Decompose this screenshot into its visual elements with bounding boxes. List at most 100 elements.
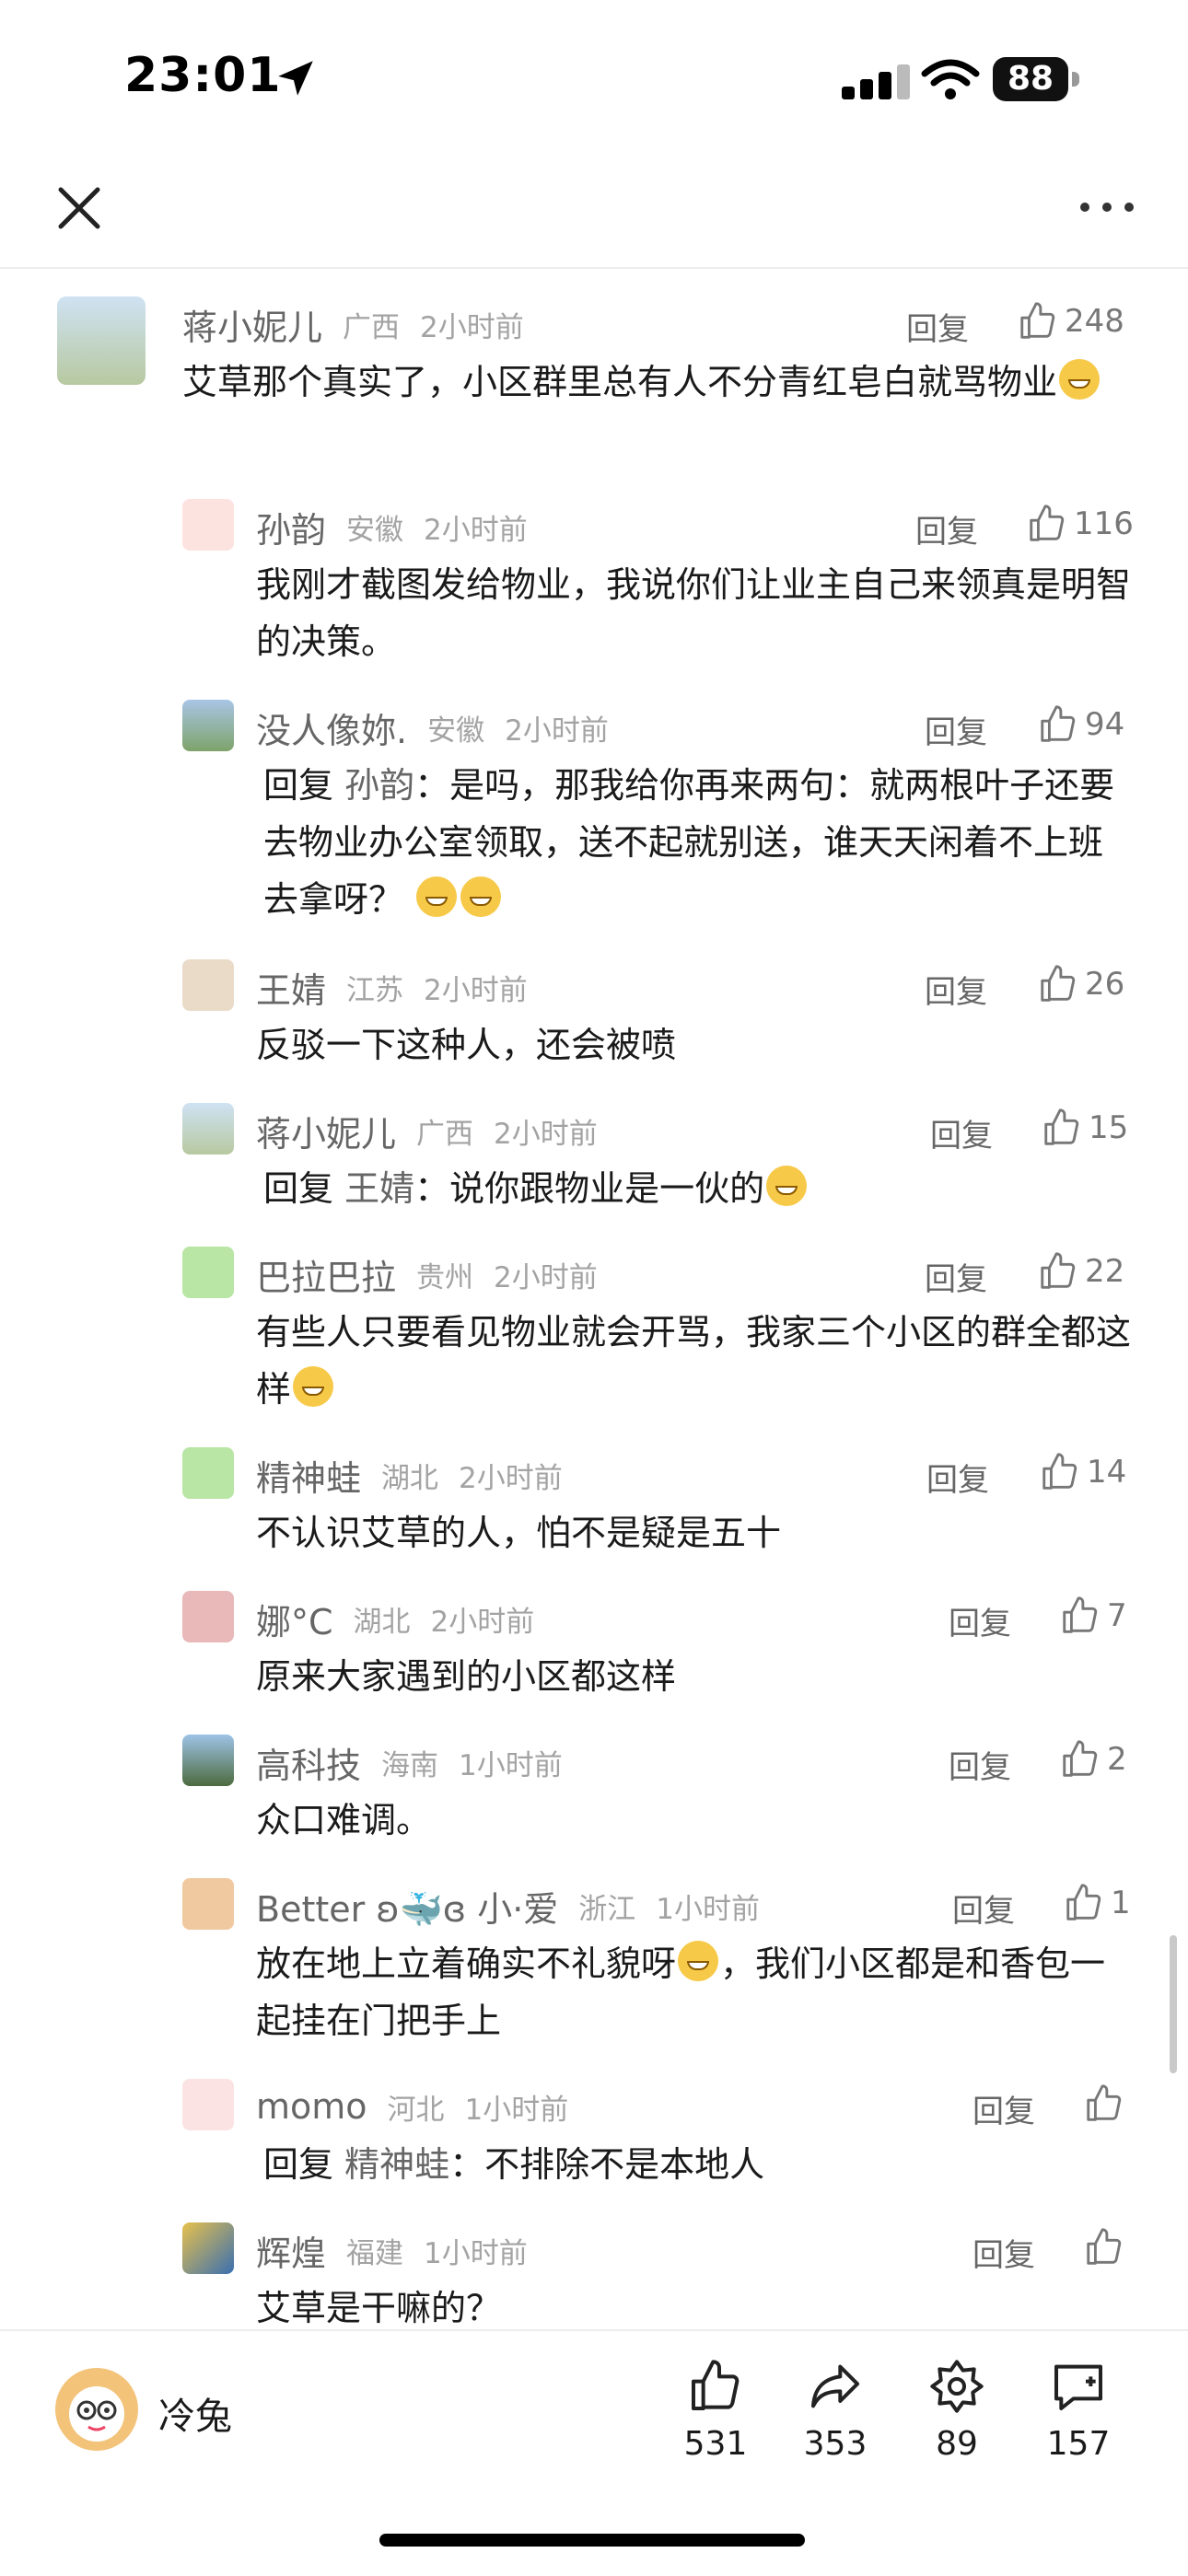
scrollbar[interactable] xyxy=(1170,1935,1177,2073)
like-button[interactable]: 94 xyxy=(1037,703,1124,746)
avatar[interactable] xyxy=(182,1591,234,1642)
like-count: 1 xyxy=(1111,1885,1131,1921)
like-count: 7 xyxy=(1107,1597,1127,1634)
avatar[interactable] xyxy=(182,1878,234,1930)
like-button[interactable]: 15 xyxy=(1041,1107,1128,1149)
cellular-signal-icon xyxy=(842,64,910,99)
reply-button[interactable]: 回复 xyxy=(925,967,987,1012)
avatar[interactable] xyxy=(182,1103,234,1155)
comment-time: 1小时前 xyxy=(464,2093,569,2127)
reply-button[interactable]: 回复 xyxy=(930,1110,993,1155)
comment-text: 放在地上立着确实不礼貌呀 ，我们小区都是和香包一起挂在门把手上 xyxy=(256,1935,1131,2049)
avatar[interactable] xyxy=(182,1735,234,1786)
comment-item: 高科技 海南 1小时前 回复 2 众口难调。 xyxy=(0,1735,1188,1863)
like-button[interactable]: 14 xyxy=(1039,1451,1126,1493)
comment-item: 孙韵 安徽 2小时前 回复 116 我刚才截图发给物业，我说你们让业主自己来领真… xyxy=(0,499,1188,683)
share-arrow-icon xyxy=(811,2364,859,2408)
like-button[interactable]: 26 xyxy=(1037,963,1124,1005)
like-count: 248 xyxy=(1065,303,1124,340)
comment-item: momo 河北 1小时前 回复 回复 精神蛙：不排除不是本地人 xyxy=(0,2079,1188,2208)
comment-region: 安徽 xyxy=(427,714,485,748)
comment-text: 回复 精神蛙：不排除不是本地人 xyxy=(263,2144,765,2185)
reply-button[interactable]: 回复 xyxy=(926,1455,989,1500)
more-options-icon[interactable] xyxy=(1077,193,1136,221)
reply-button[interactable]: 回复 xyxy=(925,1254,987,1299)
reply-to-user[interactable]: 孙韵 xyxy=(344,765,414,806)
comment-text: 艾草是干嘛的？ xyxy=(256,2288,502,2328)
share-button[interactable]: 353 xyxy=(785,2357,886,2463)
current-user-name[interactable]: 冷兔 xyxy=(158,2386,232,2440)
like-button[interactable] xyxy=(1083,2226,1131,2269)
like-count: 2 xyxy=(1107,1741,1127,1778)
like-button[interactable]: 248 xyxy=(1017,300,1124,342)
avatar[interactable] xyxy=(182,700,234,751)
user-avatar[interactable] xyxy=(55,2368,138,2451)
reply-button[interactable]: 回复 xyxy=(949,1598,1011,1643)
comment-region: 广西 xyxy=(416,1117,474,1151)
like-button[interactable]: 116 xyxy=(1026,503,1134,545)
location-arrow-icon xyxy=(278,61,313,96)
comment-username[interactable]: 高科技 xyxy=(256,1737,361,1788)
comment-username[interactable]: 没人像妳. xyxy=(256,702,407,753)
avatar[interactable] xyxy=(182,959,234,1011)
comment-button[interactable]: 157 xyxy=(1028,2357,1129,2463)
comment-username[interactable]: 辉煌 xyxy=(256,2225,326,2276)
avatar[interactable] xyxy=(182,499,234,551)
comment-username[interactable]: 蒋小妮儿 xyxy=(182,299,322,350)
avatar[interactable] xyxy=(182,1447,234,1499)
comment-region: 河北 xyxy=(387,2093,445,2127)
comment-text: 反驳一下这种人，还会被喷 xyxy=(256,1025,677,1065)
comment-time: 2小时前 xyxy=(459,1461,563,1495)
reply-button[interactable]: 回复 xyxy=(925,707,987,752)
reply-button[interactable]: 回复 xyxy=(906,304,969,349)
avatar[interactable] xyxy=(182,2222,234,2274)
like-action-button[interactable]: 531 xyxy=(665,2357,766,2463)
favorite-button[interactable]: 89 xyxy=(906,2357,1007,2463)
like-button[interactable]: 22 xyxy=(1037,1250,1124,1293)
comment-item: Better ʚ🐳ɞ 小·爱 浙江 1小时前 回复 1 放在地上立着确实不礼貌呀… xyxy=(0,1878,1188,2062)
comment-region: 海南 xyxy=(381,1748,439,1782)
avatar[interactable] xyxy=(57,296,146,385)
comment-username[interactable]: 娜°C xyxy=(256,1594,333,1644)
comment-username[interactable]: momo xyxy=(256,2086,367,2127)
comment-region: 福建 xyxy=(346,2236,404,2270)
like-button[interactable]: 2 xyxy=(1059,1738,1127,1781)
comment-item: 精神蛙 湖北 2小时前 回复 14 不认识艾草的人，怕不是疑是五十 xyxy=(0,1447,1188,1576)
comment-time: 2小时前 xyxy=(494,1260,598,1294)
avatar[interactable] xyxy=(182,1247,234,1298)
thumbs-up-icon xyxy=(1063,1596,1098,1633)
reply-to-user[interactable]: 精神蛙 xyxy=(344,2144,449,2185)
comment-item: 巴拉巴拉 贵州 2小时前 回复 22 有些人只要看见物业就会开骂，我家三个小区的… xyxy=(0,1247,1188,1431)
comment-username[interactable]: 孙韵 xyxy=(256,502,326,552)
close-icon[interactable] xyxy=(55,184,103,232)
comment-username[interactable]: 精神蛙 xyxy=(256,1450,361,1501)
reply-button[interactable]: 回复 xyxy=(949,1742,1011,1787)
comment-text: 回复 王婧：说你跟物业是一伙的 xyxy=(263,1160,1129,1217)
battery-indicator: 88 xyxy=(993,57,1081,103)
thumbs-up-icon xyxy=(1044,1108,1079,1145)
comment-text: 不认识艾草的人，怕不是疑是五十 xyxy=(256,1513,782,1553)
like-button[interactable]: 1 xyxy=(1063,1882,1131,1924)
thumbs-up-icon xyxy=(1020,302,1055,339)
reply-button[interactable]: 回复 xyxy=(973,2086,1035,2131)
avatar[interactable] xyxy=(182,2079,234,2130)
reply-button[interactable]: 回复 xyxy=(952,1886,1015,1931)
comment-total: 157 xyxy=(1046,2425,1111,2463)
home-indicator[interactable] xyxy=(379,2534,805,2547)
comment-region: 江苏 xyxy=(346,973,404,1007)
like-button[interactable] xyxy=(1083,2083,1131,2125)
reply-button[interactable]: 回复 xyxy=(915,506,978,551)
comment-username[interactable]: Better ʚ🐳ɞ 小·爱 xyxy=(256,1881,558,1932)
grinning-face-icon xyxy=(766,1166,808,1206)
comment-username[interactable]: 蒋小妮儿 xyxy=(256,1106,396,1156)
like-count: 14 xyxy=(1087,1454,1127,1491)
like-count: 22 xyxy=(1085,1253,1125,1290)
pleading-face-icon xyxy=(293,1366,334,1407)
comment-text: 原来大家遇到的小区都这样 xyxy=(256,1656,677,1697)
comment-username[interactable]: 巴拉巴拉 xyxy=(256,1249,396,1300)
comment-username[interactable]: 王婧 xyxy=(256,962,326,1013)
like-button[interactable]: 7 xyxy=(1059,1595,1127,1637)
reply-to-user[interactable]: 王婧 xyxy=(344,1168,414,1209)
reply-button[interactable]: 回复 xyxy=(973,2230,1035,2275)
comment-time: 1小时前 xyxy=(459,1748,563,1782)
